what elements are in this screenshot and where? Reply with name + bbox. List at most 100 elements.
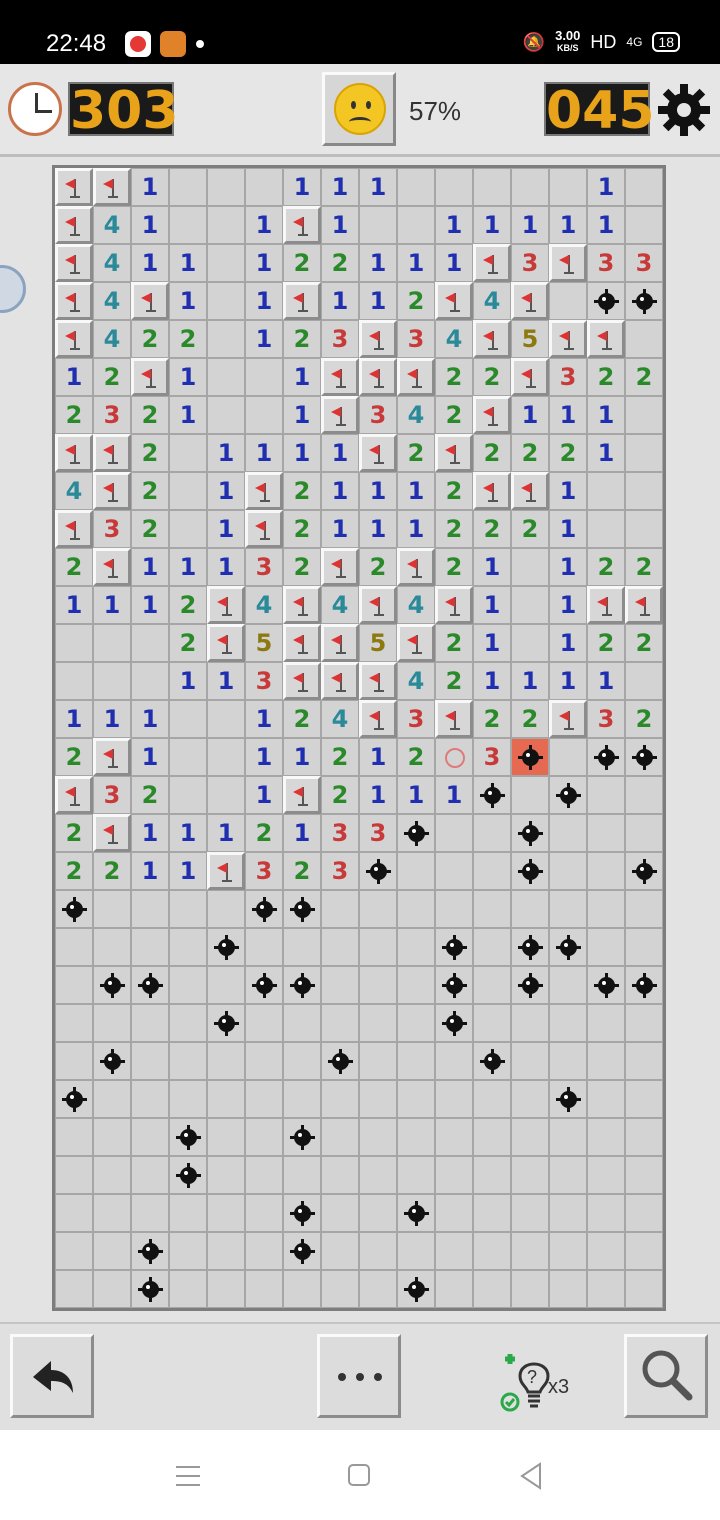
flag-cell[interactable] bbox=[473, 244, 511, 282]
number-cell[interactable]: 5 bbox=[245, 624, 283, 662]
number-cell[interactable]: 2 bbox=[435, 510, 473, 548]
mine-cell[interactable] bbox=[131, 1270, 169, 1308]
board-cell[interactable] bbox=[321, 1194, 359, 1232]
board-cell[interactable] bbox=[587, 1004, 625, 1042]
number-cell[interactable]: 3 bbox=[321, 814, 359, 852]
mine-cell[interactable] bbox=[359, 852, 397, 890]
number-cell[interactable]: 1 bbox=[207, 434, 245, 472]
number-cell[interactable]: 1 bbox=[93, 586, 131, 624]
board-cell[interactable] bbox=[511, 586, 549, 624]
board-cell[interactable] bbox=[321, 1118, 359, 1156]
number-cell[interactable]: 1 bbox=[207, 548, 245, 586]
recent-apps-button[interactable] bbox=[176, 1466, 200, 1493]
flag-cell[interactable] bbox=[435, 700, 473, 738]
board-cell[interactable] bbox=[397, 1004, 435, 1042]
number-cell[interactable]: 4 bbox=[93, 206, 131, 244]
board-cell[interactable] bbox=[55, 966, 93, 1004]
board-cell[interactable] bbox=[511, 624, 549, 662]
number-cell[interactable]: 3 bbox=[321, 320, 359, 358]
board-cell[interactable] bbox=[207, 776, 245, 814]
board-cell[interactable] bbox=[435, 1270, 473, 1308]
number-cell[interactable]: 1 bbox=[359, 510, 397, 548]
board-cell[interactable] bbox=[321, 1270, 359, 1308]
board-cell[interactable] bbox=[511, 1194, 549, 1232]
number-cell[interactable]: 1 bbox=[207, 662, 245, 700]
board-cell[interactable] bbox=[587, 928, 625, 966]
board-cell[interactable] bbox=[625, 320, 663, 358]
flag-cell[interactable] bbox=[245, 510, 283, 548]
board-cell[interactable] bbox=[511, 1118, 549, 1156]
flag-cell[interactable] bbox=[321, 396, 359, 434]
board-cell[interactable] bbox=[169, 1042, 207, 1080]
board-cell[interactable] bbox=[549, 1232, 587, 1270]
board-cell[interactable] bbox=[587, 1042, 625, 1080]
board-cell[interactable] bbox=[587, 776, 625, 814]
number-cell[interactable]: 1 bbox=[245, 206, 283, 244]
board-cell[interactable] bbox=[435, 1080, 473, 1118]
board-cell[interactable] bbox=[207, 738, 245, 776]
number-cell[interactable]: 1 bbox=[55, 358, 93, 396]
board-cell[interactable] bbox=[473, 1270, 511, 1308]
flag-cell[interactable] bbox=[359, 320, 397, 358]
flag-cell[interactable] bbox=[359, 662, 397, 700]
number-cell[interactable]: 2 bbox=[587, 624, 625, 662]
board-cell[interactable] bbox=[131, 1194, 169, 1232]
mine-cell[interactable] bbox=[169, 1156, 207, 1194]
board-cell[interactable] bbox=[245, 1156, 283, 1194]
number-cell[interactable]: 1 bbox=[131, 586, 169, 624]
board-cell[interactable] bbox=[625, 928, 663, 966]
mine-cell[interactable] bbox=[207, 1004, 245, 1042]
board-cell[interactable] bbox=[435, 1042, 473, 1080]
board-cell[interactable] bbox=[207, 1118, 245, 1156]
number-cell[interactable]: 1 bbox=[587, 396, 625, 434]
gear-icon[interactable] bbox=[656, 82, 712, 138]
flag-cell[interactable] bbox=[55, 776, 93, 814]
number-cell[interactable]: 1 bbox=[359, 282, 397, 320]
number-cell[interactable]: 1 bbox=[359, 472, 397, 510]
board-cell[interactable] bbox=[245, 1118, 283, 1156]
face-reset-button[interactable] bbox=[322, 72, 396, 146]
number-cell[interactable]: 3 bbox=[397, 700, 435, 738]
flag-cell[interactable] bbox=[359, 700, 397, 738]
flag-cell[interactable] bbox=[587, 320, 625, 358]
number-cell[interactable]: 1 bbox=[473, 624, 511, 662]
board-cell[interactable] bbox=[587, 1270, 625, 1308]
board-cell[interactable] bbox=[397, 928, 435, 966]
board-cell[interactable] bbox=[359, 928, 397, 966]
board-cell[interactable] bbox=[169, 1270, 207, 1308]
number-cell[interactable]: 2 bbox=[625, 358, 663, 396]
board-cell[interactable] bbox=[625, 1118, 663, 1156]
number-cell[interactable]: 2 bbox=[169, 320, 207, 358]
board-cell[interactable] bbox=[511, 1042, 549, 1080]
flag-cell[interactable] bbox=[473, 396, 511, 434]
board-cell[interactable] bbox=[625, 890, 663, 928]
flag-cell[interactable] bbox=[55, 510, 93, 548]
number-cell[interactable]: 3 bbox=[625, 244, 663, 282]
board-cell[interactable] bbox=[625, 776, 663, 814]
board-cell[interactable] bbox=[587, 1118, 625, 1156]
number-cell[interactable]: 2 bbox=[397, 434, 435, 472]
number-cell[interactable]: 1 bbox=[93, 700, 131, 738]
mine-cell[interactable] bbox=[207, 928, 245, 966]
board-cell[interactable] bbox=[473, 1194, 511, 1232]
board-cell[interactable] bbox=[131, 624, 169, 662]
number-cell[interactable]: 2 bbox=[131, 472, 169, 510]
board-cell[interactable] bbox=[245, 1042, 283, 1080]
number-cell[interactable]: 2 bbox=[321, 738, 359, 776]
board-cell[interactable] bbox=[587, 852, 625, 890]
number-cell[interactable]: 3 bbox=[321, 852, 359, 890]
board-cell[interactable] bbox=[397, 966, 435, 1004]
flag-cell[interactable] bbox=[511, 282, 549, 320]
board-cell[interactable] bbox=[207, 1194, 245, 1232]
board-cell[interactable] bbox=[283, 1156, 321, 1194]
board-cell[interactable] bbox=[397, 1232, 435, 1270]
number-cell[interactable]: 2 bbox=[435, 624, 473, 662]
mine-cell[interactable] bbox=[435, 1004, 473, 1042]
number-cell[interactable]: 1 bbox=[131, 852, 169, 890]
board-cell[interactable] bbox=[587, 814, 625, 852]
number-cell[interactable]: 3 bbox=[549, 358, 587, 396]
number-cell[interactable]: 2 bbox=[283, 700, 321, 738]
flag-cell[interactable] bbox=[625, 586, 663, 624]
mine-cell[interactable] bbox=[283, 1118, 321, 1156]
board-cell[interactable] bbox=[245, 358, 283, 396]
